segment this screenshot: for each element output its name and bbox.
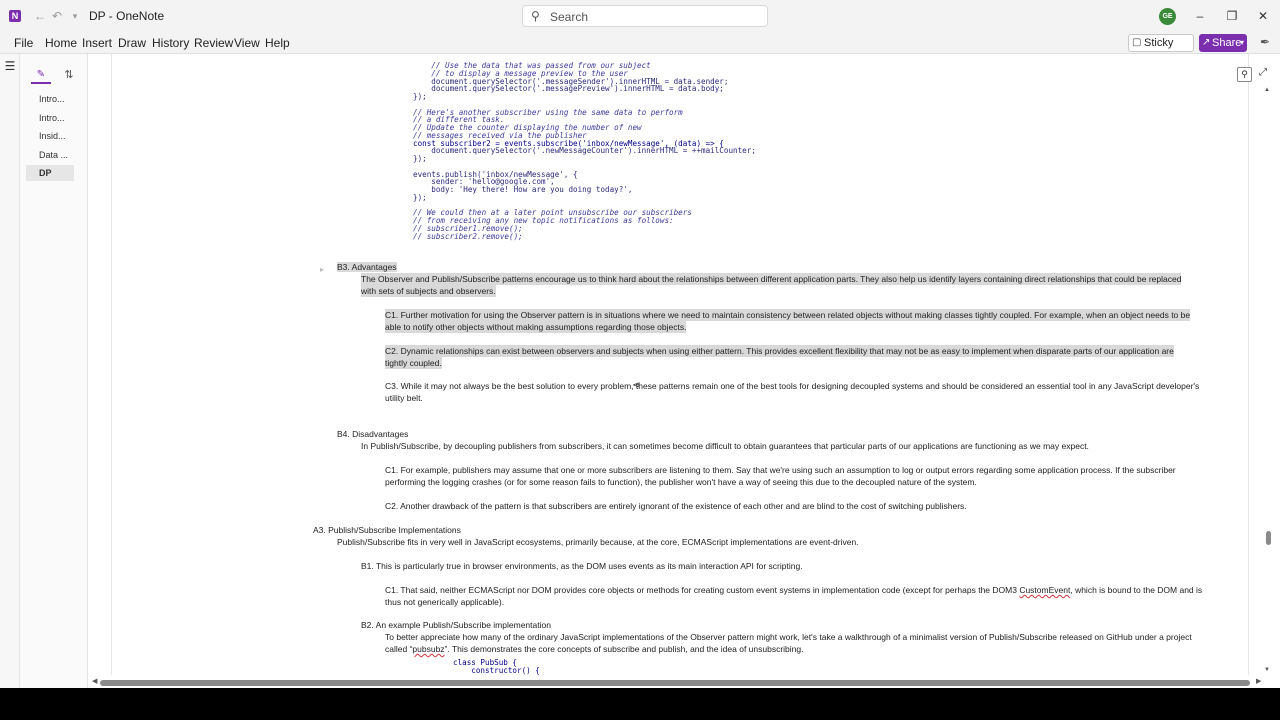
sticky-note-icon: ▢: [1132, 37, 1142, 48]
search-placeholder: Search: [550, 10, 589, 24]
minimize-button[interactable]: –: [1192, 8, 1208, 24]
menu-history[interactable]: History: [152, 36, 189, 50]
a3-b1-c1-post: , which is bound to the DOM and is: [1070, 585, 1203, 595]
page-item-active[interactable]: DP: [26, 165, 74, 181]
back-arrow-icon[interactable]: ←: [32, 8, 48, 24]
a3-b2-para-line1: To better appreciate how many of the ord…: [385, 632, 1192, 642]
add-page-icon[interactable]: ✎: [31, 68, 51, 84]
code-line: constructor() {: [453, 665, 540, 675]
avatar[interactable]: GE: [1159, 8, 1176, 25]
spelling-flag[interactable]: pubsubz: [412, 644, 444, 654]
share-button[interactable]: ↗ Share ▾: [1199, 34, 1247, 52]
a3-b2-post: ”. This demonstrates the core concepts o…: [444, 644, 804, 654]
menu-file[interactable]: File: [14, 36, 33, 50]
a3-b2: B2. An example Publish/Subscribe impleme…: [361, 620, 551, 630]
b4-c1-line2: performing the logging crashes (or for s…: [385, 477, 977, 487]
a3-b1-c1-line2: thus not generically applicable).: [385, 597, 505, 607]
a3-b2-para-line2: called “pubsubz”. This demonstrates the …: [385, 643, 804, 655]
b3-c1-line2: able to notify other objects without mak…: [385, 321, 687, 333]
code-block-top: // Use the data that was passed from our…: [413, 62, 756, 240]
a3-b1-c1-pre: C1. That said, neither ECMAScript nor DO…: [385, 585, 1020, 595]
menu-insert[interactable]: Insert: [82, 36, 112, 50]
collapse-handle-icon[interactable]: ▸: [320, 265, 330, 274]
heading-a3: A3. Publish/Subscribe Implementations: [313, 525, 461, 535]
heading-b4: B4. Disadvantages: [337, 429, 409, 439]
code-line: document.querySelector('.newMessageCount…: [413, 146, 756, 156]
heading-b3: B3. Advantages: [337, 261, 397, 273]
share-label: Share: [1212, 37, 1242, 49]
page-item[interactable]: Data ...: [26, 147, 74, 163]
window-title: DP - OneNote: [89, 9, 165, 23]
code-block-bottom: class PubSub { constructor() {: [453, 659, 540, 675]
a3-b2-pre: called “: [385, 644, 413, 654]
expand-icon[interactable]: ⤢: [1256, 67, 1268, 81]
maximize-button[interactable]: ❐: [1224, 8, 1240, 24]
b3-c2-line2: tightly coupled.: [385, 357, 442, 369]
hamburger-icon[interactable]: ☰: [4, 60, 16, 72]
menu-review[interactable]: Review: [194, 36, 233, 50]
search-icon: ⚲: [531, 9, 540, 23]
code-line: document.querySelector('.messagePreview'…: [413, 84, 724, 94]
close-button[interactable]: ✕: [1255, 8, 1271, 24]
page-item[interactable]: Intro...: [26, 91, 74, 107]
menu-home[interactable]: Home: [45, 36, 77, 50]
quick-access-dropdown-icon[interactable]: ▾: [67, 8, 83, 24]
scroll-down-icon[interactable]: ▼: [1264, 667, 1270, 673]
share-icon: ↗: [1202, 37, 1211, 48]
menu-help[interactable]: Help: [265, 36, 290, 50]
onenote-window: N ← ↶ ▾ DP - OneNote ⚲ Search GE – ❐ ✕ F…: [0, 0, 1280, 688]
page-item[interactable]: Insid...: [26, 128, 74, 144]
a3-b1: B1. This is particularly true in browser…: [361, 561, 803, 571]
pages-pane: ✎ ⇅ Intro... Intro... Insid... Data ... …: [20, 54, 88, 688]
code-line: });: [413, 154, 427, 163]
b4-para: In Publish/Subscribe, by decoupling publ…: [361, 441, 1089, 451]
a3-b1-c1-line1: C1. That said, neither ECMAScript nor DO…: [385, 584, 1202, 596]
vertical-scroll-thumb[interactable]: [1266, 531, 1271, 545]
chevron-down-icon: ▾: [1239, 38, 1244, 47]
b4-c1-line1: C1. For example, publishers may assume t…: [385, 465, 1176, 475]
menu-bar: File Home Insert Draw History Review Vie…: [0, 32, 1280, 65]
find-icon[interactable]: ⚲: [1237, 67, 1252, 82]
undo-icon[interactable]: ↶: [49, 8, 65, 24]
menu-draw[interactable]: Draw: [118, 36, 146, 50]
code-line: // subscriber2.remove();: [413, 231, 523, 241]
page-item[interactable]: Intro...: [26, 110, 74, 126]
code-line: });: [413, 92, 427, 101]
title-bar: N ← ↶ ▾ DP - OneNote ⚲ Search GE – ❐ ✕: [0, 0, 1280, 32]
b3-c1-line1: C1. Further motivation for using the Obs…: [385, 309, 1191, 321]
search-input[interactable]: ⚲ Search: [522, 5, 768, 27]
b4-c2: C2. Another drawback of the pattern is t…: [385, 501, 967, 511]
spelling-flag[interactable]: CustomEvent: [1019, 585, 1070, 595]
sticky-notes-button[interactable]: ▢ Sticky Notes: [1128, 34, 1194, 65]
scroll-right-icon[interactable]: ▶: [1256, 677, 1261, 685]
scroll-up-icon[interactable]: ▲: [1264, 87, 1270, 93]
note-canvas[interactable]: ⚲ ⤢ // Use the data that was passed from…: [88, 54, 1268, 675]
b3-c2-line1: C2. Dynamic relationships can exist betw…: [385, 345, 1174, 357]
text-cursor-icon: ⋖: [632, 380, 641, 391]
horizontal-scroll-thumb[interactable]: [100, 680, 1250, 686]
b3-c3-line2: utility belt.: [385, 393, 423, 403]
b3-para-line1: The Observer and Publish/Subscribe patte…: [361, 273, 1182, 285]
b3-c3-line1: C3. While it may not always be the best …: [385, 381, 1200, 391]
a3-para: Publish/Subscribe fits in very well in J…: [337, 537, 859, 547]
code-line: body: 'Hey there! How are you doing toda…: [413, 185, 633, 194]
pin-ribbon-icon[interactable]: ✒: [1257, 35, 1273, 51]
code-line: });: [413, 192, 427, 202]
menu-view[interactable]: View: [234, 36, 260, 50]
heading-b3-text: B3. Advantages: [337, 262, 397, 272]
vertical-scrollbar[interactable]: [1264, 86, 1272, 676]
navigation-rail: ☰: [0, 54, 20, 688]
b3-para-line2: with sets of subjects and observers.: [361, 285, 496, 297]
sort-icon[interactable]: ⇅: [62, 68, 76, 82]
scroll-left-icon[interactable]: ◀: [92, 677, 97, 685]
onenote-icon: N: [9, 10, 21, 22]
